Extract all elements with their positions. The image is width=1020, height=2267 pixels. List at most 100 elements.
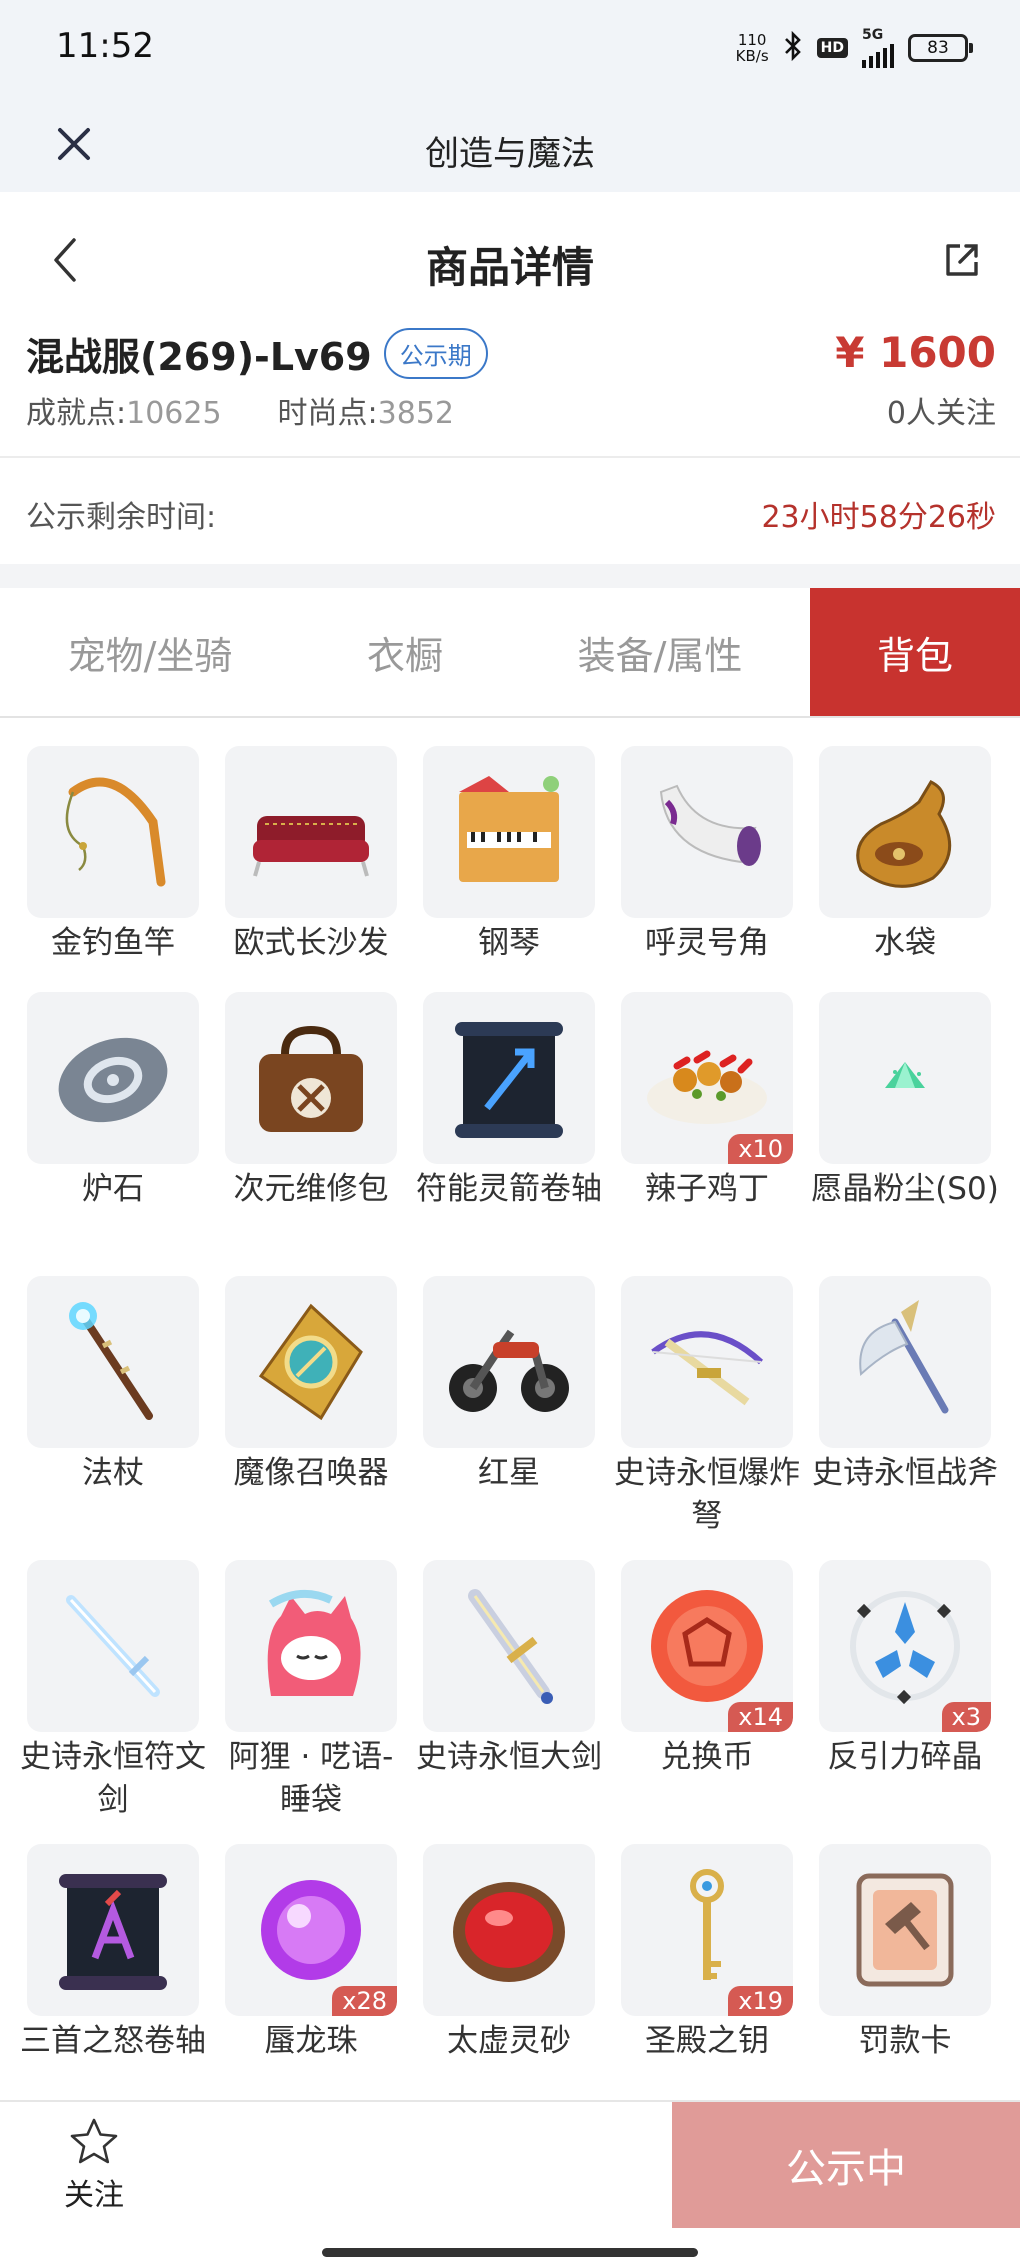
item-name: 兑换币 — [660, 1739, 754, 1775]
exchange-coin-icon: x14 — [621, 1560, 793, 1732]
backpack-grid: 金钓鱼竿 欧式长沙发 钢琴 呼灵号角 水袋炉石 次元维修包 符能灵箭卷轴 x10 辣子鸡丁 愿晶粉… — [0, 720, 1020, 2100]
backpack-item[interactable]: x3 反引力碎晶 — [806, 1560, 1004, 1779]
backpack-item[interactable]: 阿狸 · 呓语-睡袋 — [212, 1560, 410, 1822]
dragon-pearl-icon: x28 — [225, 1844, 397, 2016]
item-name: 水袋 — [874, 925, 936, 961]
backpack-item[interactable]: 呼灵号角 — [608, 746, 806, 965]
quantity-badge: x10 — [728, 1134, 793, 1164]
golem-summoner-icon — [225, 1276, 397, 1448]
page-title: 商品详情 — [425, 243, 594, 292]
staff-icon — [27, 1276, 199, 1448]
backpack-item[interactable]: 次元维修包 — [212, 992, 410, 1211]
app-title: 创造与魔法 — [425, 134, 595, 174]
share-button[interactable] — [936, 234, 988, 286]
item-name: 史诗永恒战斧 — [812, 1455, 998, 1491]
item-name: 呼灵号角 — [645, 925, 769, 961]
battery-icon: 83 — [908, 34, 973, 62]
waterskin-icon — [819, 746, 991, 918]
countdown-value: 23小时58分26秒 — [761, 500, 996, 535]
backpack-item[interactable]: x28 蜃龙珠 — [212, 1844, 410, 2063]
tab-wardrobe[interactable]: 衣橱 — [300, 588, 510, 716]
item-name: 圣殿之钥 — [645, 2023, 769, 2059]
backpack-item[interactable]: x10 辣子鸡丁 — [608, 992, 806, 1211]
item-name: 次元维修包 — [233, 1171, 389, 1207]
countdown-row: 公示剩余时间: 23小时58分26秒 — [0, 458, 1020, 564]
quantity-badge: x28 — [332, 1986, 397, 2016]
backpack-item[interactable]: 欧式长沙发 — [212, 746, 410, 965]
achievement-label: 成就点: — [26, 396, 127, 431]
backpack-item[interactable]: 符能灵箭卷轴 — [410, 992, 608, 1211]
backpack-item[interactable]: 法杖 — [14, 1276, 212, 1495]
signal-icon: 5G — [862, 26, 894, 68]
follow-button[interactable]: 关注 — [44, 2116, 144, 2226]
rune-sword-icon — [27, 1560, 199, 1732]
tab-pets-mounts[interactable]: 宠物/坐骑 — [0, 588, 300, 716]
achievement-points: 成就点:10625 — [26, 388, 222, 432]
star-icon — [70, 2118, 118, 2164]
section-gap — [0, 564, 1020, 588]
scroll-blue-icon — [423, 992, 595, 1164]
network-speed-value: 110 — [737, 31, 767, 49]
page-header: 商品详情 — [0, 192, 1020, 328]
item-name: 魔像召唤器 — [233, 1455, 389, 1491]
item-name: 三首之怒卷轴 — [20, 2023, 206, 2059]
hd-badge: HD — [816, 38, 848, 58]
repair-bag-icon — [225, 992, 397, 1164]
quantity-badge: x14 — [728, 1702, 793, 1732]
item-name: 罚款卡 — [858, 2023, 952, 2059]
fashion-points: 时尚点:3852 — [278, 388, 454, 432]
battle-axe-icon — [819, 1276, 991, 1448]
item-name: 太虚灵砂 — [447, 2023, 571, 2059]
item-name: 欧式长沙发 — [233, 925, 389, 961]
item-name: 史诗永恒爆炸弩 — [614, 1455, 800, 1534]
quantity-badge: x19 — [728, 1986, 793, 2016]
category-tabs: 宠物/坐骑 衣橱 装备/属性 背包 — [0, 588, 1020, 718]
app-bar: 创造与魔法 — [0, 96, 1020, 192]
item-name: 阿狸 · 呓语-睡袋 — [228, 1739, 394, 1818]
backpack-item[interactable]: 太虚灵砂 — [410, 1844, 608, 2063]
fashion-value: 3852 — [377, 396, 455, 431]
network-speed: 110 KB/s — [736, 32, 769, 64]
backpack-item[interactable]: 史诗永恒战斧 — [806, 1276, 1004, 1495]
item-name: 红星 — [478, 1455, 540, 1491]
item-name: 炉石 — [82, 1171, 144, 1207]
price: ¥ 1600 — [835, 328, 996, 377]
network-type: 5G — [862, 26, 884, 43]
item-name: 反引力碎晶 — [827, 1739, 983, 1775]
backpack-item[interactable]: 三首之怒卷轴 — [14, 1844, 212, 2063]
tab-backpack[interactable]: 背包 — [810, 588, 1020, 716]
backpack-item[interactable]: 水袋 — [806, 746, 1004, 965]
backpack-item[interactable]: 钢琴 — [410, 746, 608, 965]
public-notice-button[interactable]: 公示中 — [672, 2102, 1020, 2228]
backpack-item[interactable]: 罚款卡 — [806, 1844, 1004, 2063]
tab-equipment-attributes[interactable]: 装备/属性 — [510, 588, 810, 716]
item-name: 愿晶粉尘(S0) — [811, 1171, 999, 1207]
fishing-rod-icon — [27, 746, 199, 918]
motorcycle-icon — [423, 1276, 595, 1448]
backpack-item[interactable]: x19 圣殿之钥 — [608, 1844, 806, 2063]
backpack-item[interactable]: 愿晶粉尘(S0) — [806, 992, 1004, 1211]
backpack-item[interactable]: x14 兑换币 — [608, 1560, 806, 1779]
home-indicator[interactable] — [322, 2248, 698, 2257]
temple-key-icon: x19 — [621, 1844, 793, 2016]
fashion-label: 时尚点: — [277, 396, 378, 431]
item-name: 金钓鱼竿 — [51, 925, 175, 961]
hearthstone-icon — [27, 992, 199, 1164]
backpack-item[interactable]: 红星 — [410, 1276, 608, 1495]
backpack-item[interactable]: 史诗永恒符文剑 — [14, 1560, 212, 1822]
bluetooth-icon — [783, 30, 803, 65]
backpack-item[interactable]: 金钓鱼竿 — [14, 746, 212, 965]
server-line: 混战服(269)-Lv69 公示期 — [26, 326, 488, 381]
fine-card-icon — [819, 1844, 991, 2016]
follower-count: 0人关注 — [886, 396, 996, 431]
item-name: 史诗永恒大剑 — [416, 1739, 602, 1775]
backpack-item[interactable]: 史诗永恒大剑 — [410, 1560, 608, 1779]
backpack-item[interactable]: 史诗永恒爆炸弩 — [608, 1276, 806, 1538]
status-bar: 11:52 110 KB/s HD 5G 83 — [0, 0, 1020, 96]
backpack-item[interactable]: 魔像召唤器 — [212, 1276, 410, 1495]
status-icons: 110 KB/s HD 5G 83 — [736, 26, 973, 70]
backpack-item[interactable]: 炉石 — [14, 992, 212, 1211]
item-name: 史诗永恒符文剑 — [20, 1739, 206, 1818]
item-name: 符能灵箭卷轴 — [416, 1171, 602, 1207]
crystal-dust-icon — [819, 992, 991, 1164]
